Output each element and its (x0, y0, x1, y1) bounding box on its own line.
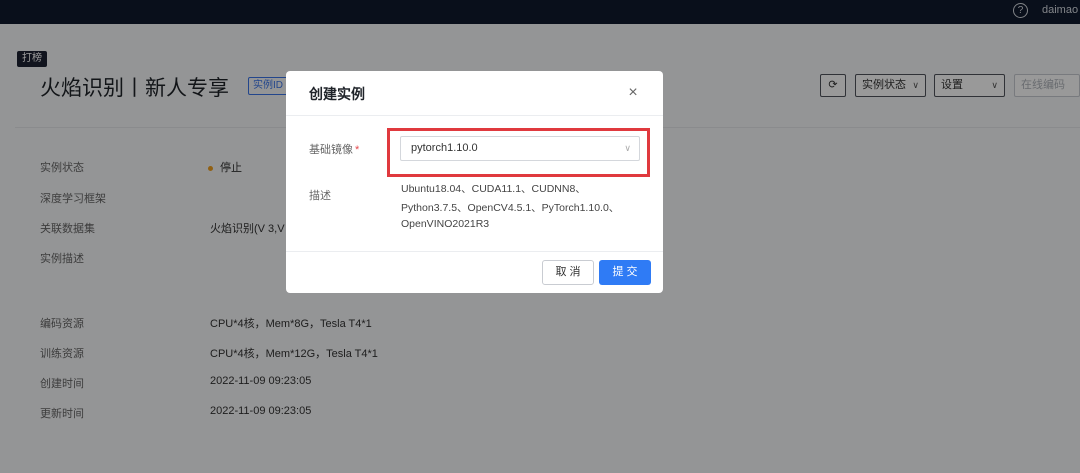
dialog-footer-divider (286, 251, 663, 252)
base-image-select[interactable]: pytorch1.10.0 ∨ (400, 136, 640, 161)
required-mark: * (355, 144, 360, 156)
dialog-header-divider (286, 115, 663, 116)
chevron-down-icon: ∨ (624, 143, 631, 153)
create-instance-dialog: 创建实例 × 基础镜像 * pytorch1.10.0 ∨ 描述 Ubuntu18… (286, 71, 663, 293)
base-image-label: 基础镜像 * (309, 144, 360, 156)
description-line: Python3.7.5、OpenCV4.5.1、PyTorch1.10.0、 (401, 202, 620, 214)
description-line: Ubuntu18.04、CUDA11.1、CUDNN8、 (401, 183, 586, 195)
submit-button[interactable]: 提 交 (599, 260, 651, 285)
cancel-button[interactable]: 取 消 (542, 260, 594, 285)
description-line: OpenVINO2021R3 (401, 218, 490, 230)
dialog-title: 创建实例 (309, 86, 365, 102)
description-label: 描述 (309, 190, 331, 202)
base-image-value: pytorch1.10.0 (411, 142, 478, 154)
close-icon[interactable]: × (625, 85, 641, 101)
